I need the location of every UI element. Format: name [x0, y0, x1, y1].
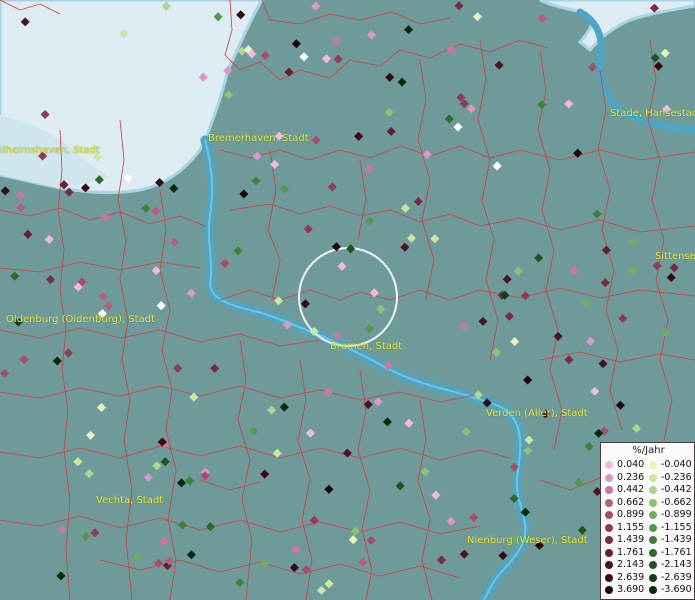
legend-value: 2.639 — [617, 571, 645, 583]
legend-value: -0.442 — [661, 484, 692, 495]
label-vechta: Vechta, Stadt — [96, 495, 164, 506]
legend-value: 0.040 — [617, 459, 645, 470]
legend-swatch — [605, 461, 613, 469]
legend-swatch — [605, 573, 613, 582]
legend-swatch — [605, 473, 613, 482]
legend-swatch — [605, 511, 613, 519]
legend-swatch — [649, 586, 657, 594]
legend-swatch — [649, 486, 657, 494]
label-stade: Stade, Hansestad — [610, 108, 695, 119]
legend-value: -3.690 — [661, 584, 692, 595]
legend-swatch — [605, 548, 613, 557]
legend-value: 3.690 — [617, 584, 645, 595]
legend-swatch — [605, 498, 613, 507]
legend-value: 1.155 — [617, 521, 645, 533]
legend-title: %/Jahr — [632, 445, 665, 456]
legend-value: 0.442 — [617, 484, 645, 495]
legend-swatch — [605, 561, 613, 569]
legend-value: -1.439 — [661, 534, 692, 545]
label-nienburg: Nienburg (Weser), Stadt — [467, 535, 588, 546]
legend-value: 0.899 — [617, 509, 645, 520]
legend-value: 1.439 — [617, 534, 645, 545]
legend-value: -0.662 — [661, 496, 692, 508]
legend-value: -1.155 — [661, 521, 692, 533]
legend-swatch — [605, 586, 613, 594]
legend-swatch — [649, 498, 657, 507]
legend-swatch — [649, 548, 657, 557]
label-sittensen: Sittense — [655, 251, 695, 262]
legend-swatch — [605, 536, 613, 544]
label-verden: Verden (Aller), Stadt — [486, 408, 588, 419]
legend-value: 0.236 — [617, 471, 645, 483]
label-bremen: Bremen, Stadt — [330, 341, 403, 352]
legend: %/Jahr 0.040 0.236 0.442 0.662 0.899 1.155 1.4… — [600, 442, 695, 600]
legend-value: -2.639 — [661, 571, 692, 583]
legend-swatch — [649, 573, 657, 582]
legend-value: 1.761 — [617, 546, 645, 558]
label-bremerhaven: Bremerhaven, Stadt — [208, 133, 309, 144]
legend-swatch — [649, 461, 657, 469]
legend-value: -0.040 — [661, 459, 692, 470]
legend-swatch — [649, 511, 657, 519]
legend-swatch — [649, 473, 657, 482]
legend-value: 2.143 — [617, 559, 645, 570]
legend-swatch — [649, 536, 657, 544]
legend-value: -1.761 — [661, 546, 692, 558]
legend-swatch — [605, 523, 613, 532]
label-oldenburg: Oldenburg (Oldenburg), Stadt — [6, 314, 155, 325]
legend-value: -0.899 — [661, 509, 692, 520]
legend-swatch — [605, 486, 613, 494]
legend-swatch — [649, 561, 657, 569]
legend-swatch — [649, 523, 657, 532]
legend-value: -2.143 — [661, 559, 692, 570]
legend-value: 0.662 — [617, 496, 645, 508]
label-wilhelmshaven: ilhelmshaven, Stadt — [0, 145, 100, 156]
map-canvas[interactable] — [0, 0, 695, 600]
legend-value: -0.236 — [661, 471, 692, 483]
